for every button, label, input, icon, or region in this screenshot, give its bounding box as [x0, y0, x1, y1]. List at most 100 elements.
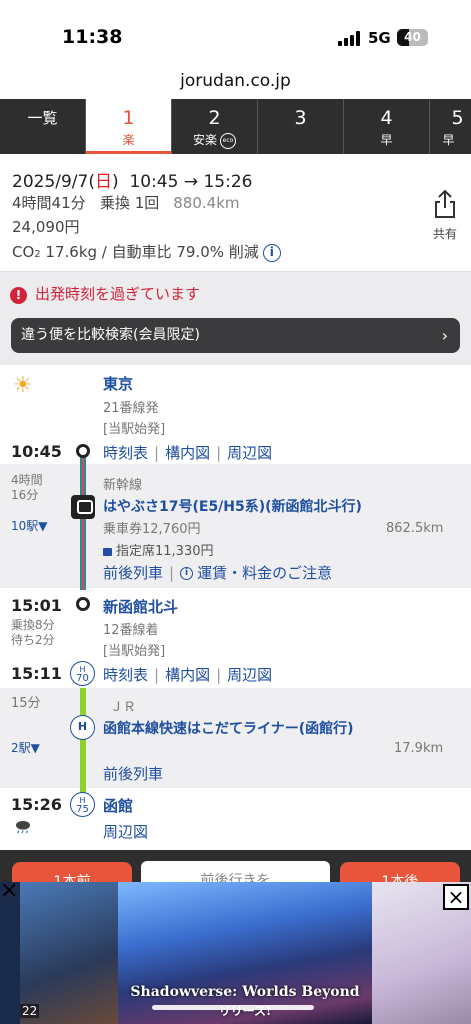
- transfer-time: 乗換8分: [11, 618, 55, 632]
- arrival-time: 15:26: [11, 795, 62, 814]
- segment-jr: [0, 688, 471, 788]
- transfer-info: 乗換8分 待ち2分: [11, 618, 55, 648]
- shinkansen-stripe: [82, 452, 84, 590]
- ad-counter: 22: [20, 1004, 40, 1018]
- warning-icon: !: [10, 287, 27, 304]
- duration-minutes: 16分: [11, 488, 39, 502]
- fare: 24,090円: [12, 218, 80, 236]
- share-button[interactable]: 共有: [425, 189, 465, 242]
- adjacent-trains-link[interactable]: 前後列車: [103, 564, 163, 582]
- station-dot: [76, 444, 90, 458]
- route-detail: ☀ 東京 21番線発 [当駅始発] 10:45 時刻表 | 構内図 | 周辺図 4時間 …: [0, 365, 471, 850]
- tab-sub: 楽: [122, 133, 135, 147]
- eco-icon: eco: [220, 132, 236, 149]
- tab-number: 1: [122, 107, 135, 129]
- signal-icon: [338, 30, 362, 46]
- ad-banner[interactable]: Shadowverse: Worlds Beyond リリース!: [0, 882, 471, 1024]
- segment-duration: 4時間 16分: [11, 473, 43, 503]
- compare-label: 違う便を比較検索(会員限定): [21, 327, 200, 343]
- duration-hours: 4時間: [11, 473, 43, 487]
- train-name[interactable]: はやぶさ17号(E5/H5系)(新函館北斗行): [103, 496, 362, 516]
- sun-icon: ☀: [13, 373, 33, 398]
- line-type: 新幹線: [103, 478, 143, 493]
- transfers: 乗換 1回: [99, 194, 160, 212]
- station-map-link[interactable]: 構内図: [165, 666, 210, 684]
- weekday: 日: [94, 172, 112, 192]
- badge-number: 70: [76, 673, 89, 684]
- stops-toggle[interactable]: 10駅▼: [11, 517, 48, 534]
- station-map-link[interactable]: 構内図: [165, 444, 210, 462]
- co2-label: CO: [12, 243, 35, 261]
- departure-warning: ! 出発時刻を過ぎています: [10, 283, 200, 304]
- warning-text: 出発時刻を過ぎています: [35, 285, 201, 303]
- station-dot: [76, 597, 90, 611]
- tab-list[interactable]: 一覧: [0, 99, 86, 154]
- status-time: 11:38: [62, 26, 123, 48]
- date-time-line: 2025/9/7(日) 10:45 → 15:26: [12, 167, 252, 192]
- close-icon[interactable]: ×: [0, 878, 18, 903]
- station-shin-hakodate[interactable]: 新函館北斗: [103, 596, 178, 617]
- duration: 4時間41分: [12, 194, 86, 212]
- tab-route-2[interactable]: 2 安楽 eco: [172, 99, 258, 154]
- distance: 880.4km: [173, 194, 240, 212]
- warning-area: ! 出発時刻を過ぎています 違う便を比較検索(会員限定) ›: [0, 272, 471, 365]
- tab-label: 一覧: [27, 109, 58, 127]
- platform: 12番線着: [103, 623, 159, 638]
- rain-cloud-icon: [16, 820, 30, 834]
- departure-time: 10:45: [11, 442, 62, 461]
- timetable-link[interactable]: 時刻表: [103, 666, 148, 684]
- reserved-label: 指定席11,330円: [116, 544, 214, 559]
- station-links: 時刻表 | 構内図 | 周辺図: [103, 444, 273, 462]
- tab-route-4[interactable]: 4 早: [344, 99, 430, 154]
- adjacent-trains-link[interactable]: 前後列車: [103, 763, 163, 784]
- co2-value: 17.6kg / 自動車比 79.0% 削減: [40, 243, 259, 261]
- chevron-right-icon: ›: [441, 326, 448, 345]
- operator: ＪＲ: [110, 700, 137, 715]
- compare-search-button[interactable]: 違う便を比較検索(会員限定) ›: [11, 318, 460, 353]
- tab-number: 5: [451, 107, 464, 129]
- station-tokyo[interactable]: 東京: [103, 373, 133, 394]
- reserved-fare: 指定席11,330円: [103, 540, 214, 559]
- tab-number: 3: [294, 107, 307, 129]
- ad-image-left: [20, 882, 118, 1024]
- tab-route-1[interactable]: 1 楽: [86, 99, 172, 154]
- arrival-time: 15:01: [11, 596, 62, 615]
- url-bar[interactable]: jorudan.co.jp: [0, 62, 471, 100]
- platform: 21番線発: [103, 401, 159, 416]
- segment-distance: 862.5km: [386, 521, 444, 536]
- duration-line: 4時間41分 乗換 1回 880.4km: [12, 192, 240, 213]
- stops-toggle[interactable]: 2駅▼: [11, 739, 40, 756]
- ad-title: Shadowverse: Worlds Beyond: [130, 984, 360, 1000]
- station-note: [当駅始発]: [103, 644, 166, 659]
- co2-line: CO2 17.6kg / 自動車比 79.0% 削減 i: [12, 241, 281, 262]
- wait-time: 待ち2分: [11, 633, 55, 647]
- share-label: 共有: [432, 227, 457, 241]
- date-close: ): [111, 172, 119, 192]
- home-indicator[interactable]: [152, 1005, 314, 1010]
- station-note: [当駅始発]: [103, 422, 166, 437]
- tab-sub: 早: [380, 133, 393, 147]
- station-links: 時刻表 | 構内図 | 周辺図: [103, 666, 273, 684]
- ticket-fare: 乗車券12,760円: [103, 522, 201, 537]
- date: 2025/9/7(: [12, 172, 95, 192]
- timetable-link[interactable]: 時刻表: [103, 444, 148, 462]
- tab-sub: 早: [442, 133, 455, 147]
- departure-arrival: 10:45 → 15:26: [129, 172, 253, 192]
- tab-route-5[interactable]: 5 早: [430, 99, 471, 154]
- area-map-link[interactable]: 周辺図: [227, 444, 272, 462]
- share-icon: [435, 189, 455, 218]
- segment-distance: 17.9km: [394, 741, 444, 756]
- tab-number: 4: [380, 107, 393, 129]
- train-name[interactable]: 函館本線快速はこだてライナー(函館行): [103, 718, 354, 738]
- station-hakodate[interactable]: 函館: [103, 795, 133, 816]
- fare-notice-link[interactable]: 運賃・料金のご注意: [197, 564, 332, 582]
- route-tabs: 一覧 1 楽 2 安楽 eco 3 4 早 5 早: [0, 99, 471, 154]
- tab-route-3[interactable]: 3: [258, 99, 344, 154]
- area-map-link[interactable]: 周辺図: [227, 666, 272, 684]
- line-badge: H: [70, 715, 95, 740]
- info-icon[interactable]: i: [262, 243, 281, 262]
- area-map-link[interactable]: 周辺図: [103, 821, 148, 842]
- ad-close-button[interactable]: ×: [443, 884, 469, 910]
- station-number-badge: H 75: [70, 792, 95, 817]
- badge-number: 75: [76, 804, 89, 815]
